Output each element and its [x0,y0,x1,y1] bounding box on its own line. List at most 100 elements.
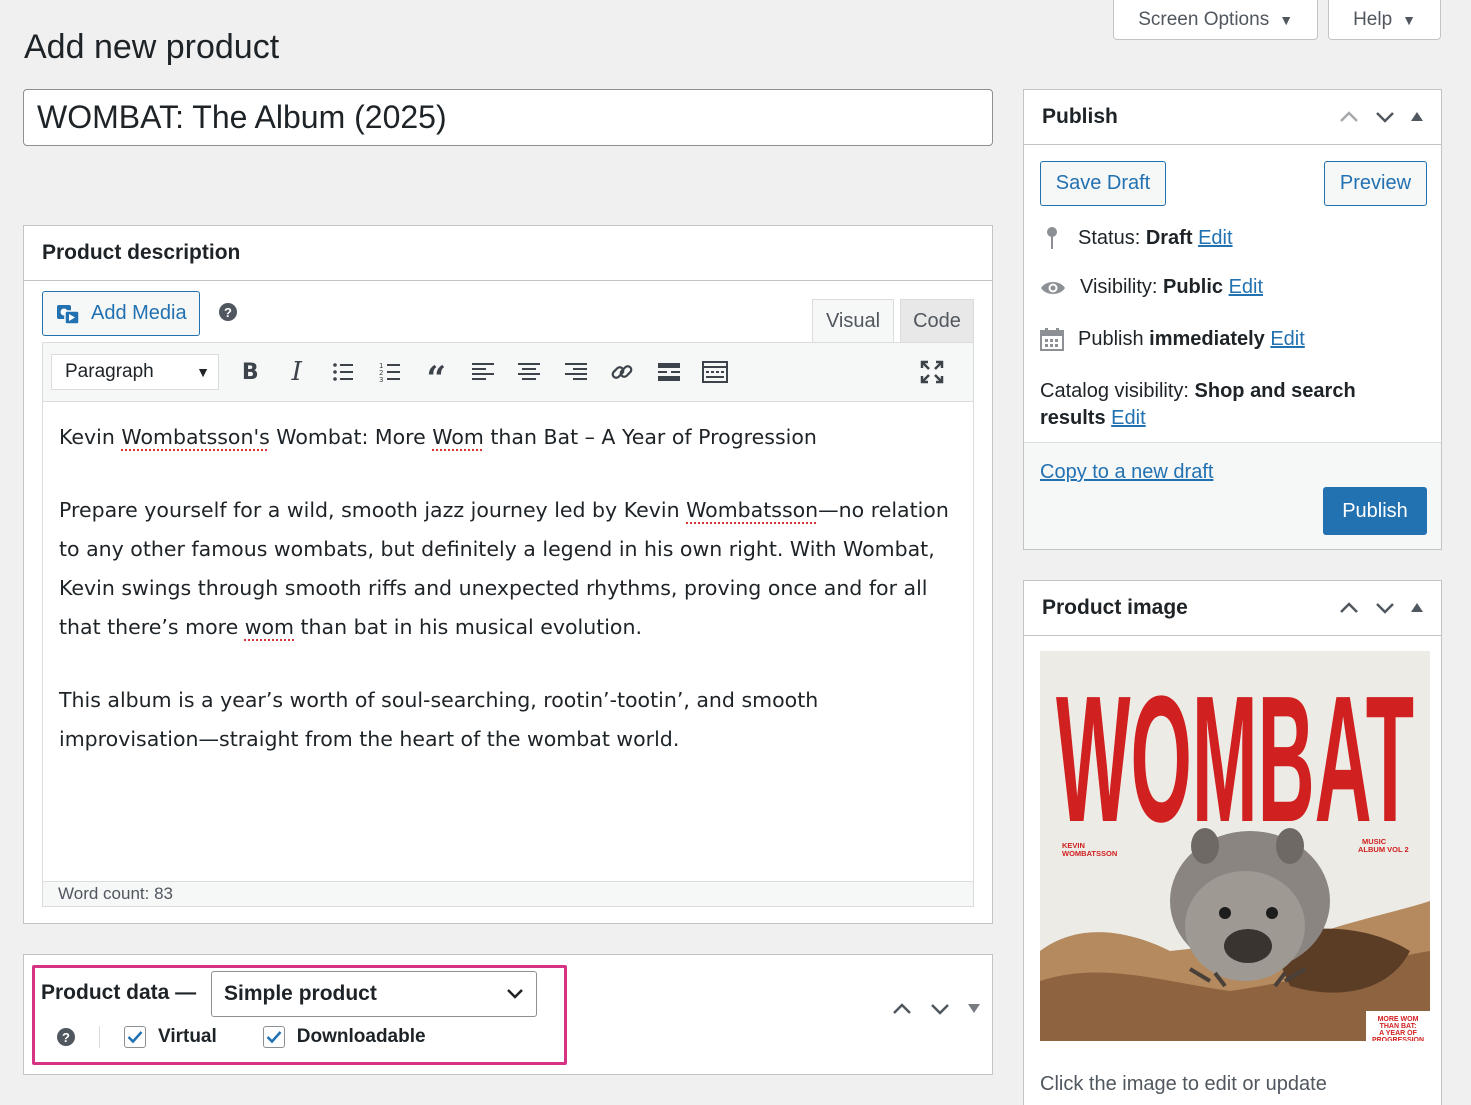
page-title: Add new product [24,28,280,66]
move-down-icon[interactable] [1375,111,1395,123]
divider [99,1026,100,1048]
save-draft-button[interactable]: Save Draft [1040,161,1166,206]
editor-content[interactable]: Kevin Wombatsson's Wombat: More Wom than… [43,402,973,759]
format-select-value: Paragraph [65,361,154,382]
help-button[interactable]: Help ▼ [1328,0,1441,40]
toggle-panel-icon[interactable] [968,1004,980,1014]
album-cover-art: WOMBAT KEVIN WOMBATSSON MUSIC ALBUM VOL 2 … [1040,651,1430,1041]
checkmark-icon [266,1031,282,1044]
align-left-icon[interactable] [460,354,507,390]
add-media-button[interactable]: Add Media [42,291,200,336]
toggle-panel-icon[interactable] [1411,603,1423,613]
editor-toolbar: Paragraph ▼ B I 123 “ [43,343,973,402]
calendar-icon [1040,328,1064,351]
help-label: Help [1353,8,1393,30]
move-down-icon[interactable] [1375,602,1395,614]
product-data-controls [892,1003,980,1015]
paragraph-2: Prepare yourself for a wild, smooth jazz… [59,498,949,639]
move-up-icon[interactable] [892,1003,912,1015]
align-center-icon[interactable] [506,354,553,390]
publish-box: Publish Save Draft Preview Status: Draft… [1023,89,1442,550]
word-count: Word count: 83 [43,881,973,906]
product-type-select[interactable]: Simple product [211,971,537,1017]
product-description-box: Product description Add Media ? Visual C… [23,225,993,924]
visibility-label: Visibility: [1080,276,1158,298]
read-more-icon[interactable] [646,354,693,390]
product-type-value: Simple product [224,982,377,1005]
move-up-icon[interactable] [1339,602,1359,614]
product-image-header: Product image [1024,581,1441,636]
downloadable-checkbox[interactable] [262,1026,285,1048]
schedule-row: Publish immediately Edit [1040,327,1305,351]
catalog-label: Catalog visibility: [1040,380,1189,402]
toggle-panel-icon[interactable] [1411,112,1423,122]
product-title-input[interactable]: WOMBAT: The Album (2025) [23,89,993,146]
product-options-row: ? Virtual Downloadable [57,1026,426,1048]
edit-catalog-link[interactable]: Edit [1111,407,1145,429]
chevron-down-icon [507,989,523,999]
publish-button[interactable]: Publish [1323,487,1427,535]
publish-heading: Publish [1042,105,1118,128]
preview-button[interactable]: Preview [1324,161,1427,206]
blockquote-icon[interactable]: “ [413,354,460,399]
product-image-box: Product image WOMBAT KEVIN WOMBATSSON MUS… [1023,580,1442,1105]
editor: Paragraph ▼ B I 123 “ Kevin Wombatsson's… [42,342,974,907]
paragraph-3: This album is a year’s worth of soul-sea… [59,688,819,751]
caret-down-icon: ▼ [1279,11,1294,28]
product-image-thumbnail[interactable]: WOMBAT KEVIN WOMBATSSON MUSIC ALBUM VOL 2 … [1040,651,1430,1041]
align-right-icon[interactable] [553,354,600,390]
format-select[interactable]: Paragraph ▼ [51,354,219,390]
numbered-list-icon[interactable]: 123 [367,354,414,390]
help-icon[interactable]: ? [219,303,237,321]
add-media-label: Add Media [91,302,187,324]
visibility-value: Public [1163,276,1224,298]
caret-down-icon: ▼ [1402,11,1416,28]
help-icon[interactable]: ? [57,1028,75,1046]
tab-visual[interactable]: Visual [812,299,894,342]
publish-header: Publish [1024,90,1441,145]
publish-actions: Copy to a new draft Publish [1024,442,1441,549]
product-data-label: Product data — [41,981,197,1004]
publish-controls [1339,111,1423,123]
pin-icon [1047,227,1057,249]
move-down-icon[interactable] [930,1003,950,1015]
status-row: Status: Draft Edit [1040,225,1233,251]
cover-title: WOMBAT [1056,659,1414,860]
product-image-controls [1339,602,1423,614]
move-up-icon[interactable] [1339,111,1359,123]
visibility-row: Visibility: Public Edit [1040,276,1263,299]
italic-icon[interactable]: I [274,354,321,390]
tab-code[interactable]: Code [900,299,974,342]
fullscreen-icon[interactable] [909,354,956,390]
screen-options-label: Screen Options [1138,8,1270,30]
product-data-box: Product data — Simple product ? Virtual … [23,954,993,1075]
status-label: Status: [1078,226,1141,249]
toolbar-toggle-icon[interactable] [692,354,739,390]
copy-to-draft-link[interactable]: Copy to a new draft [1040,461,1213,484]
eye-icon [1041,281,1065,294]
screen-options-button[interactable]: Screen Options ▼ [1113,0,1319,40]
bullet-list-icon[interactable] [320,354,367,390]
paragraph-1: Kevin Wombatsson's Wombat: More Wom than… [59,425,817,449]
edit-status-link[interactable]: Edit [1198,227,1232,249]
caret-down-icon: ▼ [196,364,210,380]
virtual-checkbox[interactable] [124,1026,146,1048]
link-icon[interactable] [599,354,646,390]
product-description-heading: Product description [24,226,992,281]
edit-visibility-link[interactable]: Edit [1229,276,1263,298]
edit-schedule-link[interactable]: Edit [1270,328,1304,350]
product-image-heading: Product image [1042,596,1188,619]
catalog-visibility: Catalog visibility: Shop and search resu… [1040,378,1420,432]
virtual-label: Virtual [158,1026,217,1047]
publish-time-label: Publish [1078,327,1144,350]
downloadable-label: Downloadable [296,1026,426,1047]
svg-text:3: 3 [379,376,383,382]
bold-icon[interactable]: B [227,354,274,390]
product-image-hint: Click the image to edit or update [1040,1073,1327,1095]
screen-meta: Screen Options ▼ Help ▼ [1113,0,1441,40]
checkmark-icon [127,1031,143,1044]
product-data-highlight: Product data — Simple product ? Virtual … [32,965,567,1065]
publish-time-value: immediately [1149,327,1265,350]
status-value: Draft [1145,226,1193,249]
cover-subtitle: MORE WOM THAN BAT: A YEAR OF PROGRESSION [1372,1016,1424,1041]
